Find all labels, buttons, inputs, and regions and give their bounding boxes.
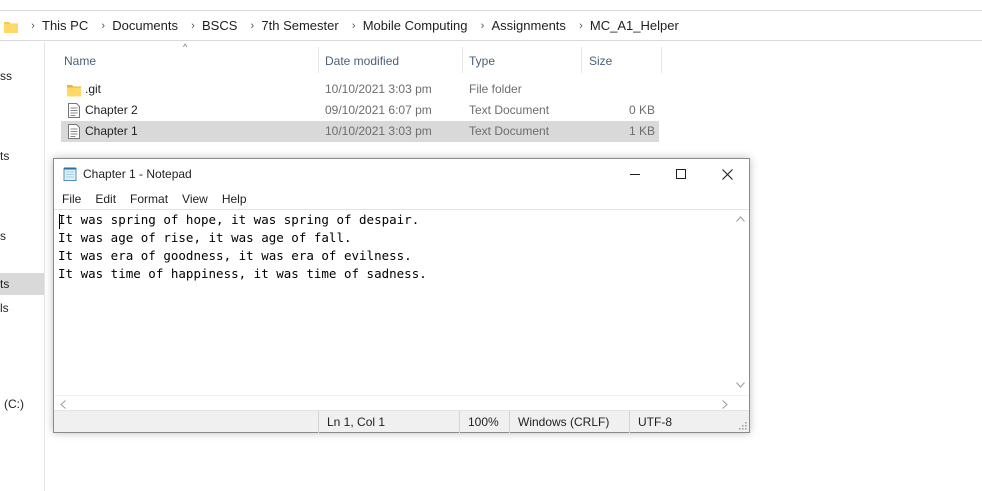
nav-item[interactable]: ts: [0, 149, 44, 163]
chevron-right-icon[interactable]: ›: [26, 20, 40, 32]
nav-item[interactable]: ss: [0, 69, 44, 83]
chevron-right-icon[interactable]: ›: [347, 20, 361, 32]
chevron-right-icon[interactable]: ›: [96, 20, 110, 32]
nav-item[interactable]: s: [0, 229, 44, 243]
folder-icon: [4, 22, 18, 33]
nav-item-selected[interactable]: ts: [0, 273, 44, 295]
folder-icon: [67, 85, 81, 97]
menu-help[interactable]: Help: [214, 189, 253, 209]
file-date: 10/10/2021 3:03 pm: [325, 82, 432, 96]
status-cursor-position: Ln 1, Col 1: [318, 411, 458, 433]
minimize-button[interactable]: [612, 159, 658, 189]
file-row-chapter-2[interactable]: Chapter 2 09/10/2021 6:07 pm Text Docume…: [61, 100, 659, 121]
scroll-up-icon[interactable]: [736, 216, 745, 222]
menu-file[interactable]: File: [54, 189, 87, 209]
navigation-pane[interactable]: ss ts s ts ls (C:): [0, 42, 45, 491]
text-editor[interactable]: It was spring of hope, it was spring of …: [54, 209, 749, 395]
file-date: 09/10/2021 6:07 pm: [325, 103, 432, 117]
chevron-right-icon[interactable]: ›: [574, 20, 588, 32]
breadcrumb-assignments[interactable]: Assignments: [490, 18, 574, 33]
notepad-icon: [63, 167, 77, 181]
breadcrumb-this-pc[interactable]: This PC: [40, 18, 96, 33]
file-size: [585, 79, 655, 100]
scroll-left-icon[interactable]: [60, 400, 66, 409]
file-name: .git: [85, 82, 102, 96]
breadcrumb: › This PC › Documents › BSCS › 7th Semes…: [26, 11, 687, 40]
text-file-icon: [68, 103, 80, 118]
file-row-git[interactable]: .git 10/10/2021 3:03 pm File folder: [61, 79, 659, 100]
nav-item-drive-c[interactable]: (C:): [0, 397, 44, 411]
scroll-right-icon[interactable]: [722, 400, 728, 409]
text-file-icon: [68, 124, 80, 139]
column-divider[interactable]: [462, 47, 463, 73]
text-line: It was era of goodness, it was era of ev…: [58, 248, 412, 263]
file-type: Text Document: [469, 103, 550, 117]
column-header-name[interactable]: Name: [60, 49, 318, 73]
file-name: Chapter 1: [85, 124, 138, 138]
text-line: It was spring of hope, it was spring of …: [58, 212, 420, 227]
file-size: 0 KB: [628, 103, 655, 117]
editor-content[interactable]: It was spring of hope, it was spring of …: [58, 211, 427, 283]
status-encoding: UTF-8: [629, 411, 734, 433]
file-name: Chapter 2: [85, 103, 138, 117]
menu-view[interactable]: View: [174, 189, 214, 209]
menu-format[interactable]: Format: [122, 189, 174, 209]
file-date: 10/10/2021 3:03 pm: [325, 124, 432, 138]
close-icon: [721, 168, 733, 180]
column-divider[interactable]: [661, 47, 662, 73]
menu-bar: File Edit Format View Help: [54, 189, 253, 209]
file-row-chapter-1[interactable]: Chapter 1 10/10/2021 3:03 pm Text Docume…: [61, 121, 659, 142]
file-type: Text Document: [469, 124, 550, 138]
breadcrumb-mc-a1-helper[interactable]: MC_A1_Helper: [588, 18, 687, 33]
title-bar[interactable]: Chapter 1 - Notepad: [54, 159, 749, 189]
column-header-size[interactable]: Size: [585, 49, 661, 73]
status-bar: Ln 1, Col 1 100% Windows (CRLF) UTF-8: [54, 410, 749, 433]
file-type: File folder: [469, 82, 522, 96]
resize-grip-icon[interactable]: [737, 420, 747, 430]
column-header-type[interactable]: Type: [465, 49, 581, 73]
vertical-scrollbar[interactable]: [732, 210, 749, 396]
status-line-ending: Windows (CRLF): [509, 411, 629, 433]
scroll-down-icon[interactable]: [736, 382, 745, 388]
maximize-button[interactable]: [658, 159, 704, 189]
breadcrumb-bscs[interactable]: BSCS: [200, 18, 245, 33]
breadcrumb-documents[interactable]: Documents: [110, 18, 186, 33]
notepad-window[interactable]: Chapter 1 - Notepad File Edit Format Vie…: [53, 158, 750, 433]
breadcrumb-mobile-computing[interactable]: Mobile Computing: [361, 18, 476, 33]
file-size: 1 KB: [628, 124, 655, 138]
column-header-date[interactable]: Date modified: [321, 49, 462, 73]
breadcrumb-7th-semester[interactable]: 7th Semester: [259, 18, 346, 33]
column-divider[interactable]: [318, 47, 319, 73]
text-line: It was time of happiness, it was time of…: [58, 266, 427, 281]
maximize-icon: [676, 169, 686, 179]
address-bar[interactable]: › This PC › Documents › BSCS › 7th Semes…: [0, 10, 982, 41]
chevron-right-icon[interactable]: ›: [245, 20, 259, 32]
column-divider[interactable]: [581, 47, 582, 73]
text-line: It was age of rise, it was age of fall.: [58, 230, 352, 245]
menu-edit[interactable]: Edit: [87, 189, 122, 209]
minimize-icon: [630, 174, 640, 175]
status-zoom: 100%: [459, 411, 509, 433]
nav-item[interactable]: ls: [0, 301, 44, 315]
chevron-right-icon[interactable]: ›: [186, 20, 200, 32]
chevron-right-icon[interactable]: ›: [476, 20, 490, 32]
close-button[interactable]: [704, 159, 750, 189]
window-title: Chapter 1 - Notepad: [83, 167, 192, 181]
